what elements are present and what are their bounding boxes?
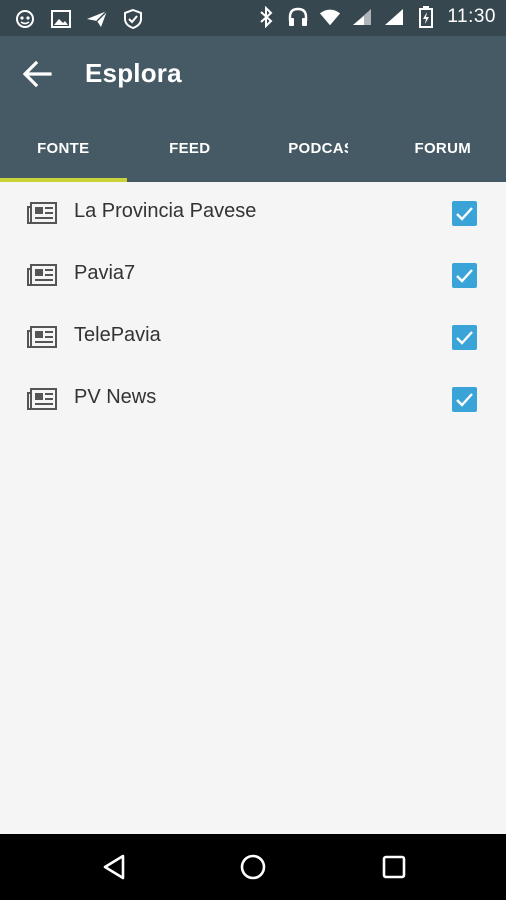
tab-label: FONTE: [37, 139, 90, 157]
source-label: PV News: [74, 386, 157, 408]
source-label: TelePavia: [74, 324, 161, 346]
status-time: 11:30: [447, 6, 496, 27]
newspaper-icon: [27, 263, 57, 287]
battery-icon: [415, 6, 437, 28]
signal-icon: [351, 6, 373, 28]
source-checkbox[interactable]: [452, 387, 477, 412]
newspaper-icon: [27, 325, 57, 349]
image-icon: [50, 8, 72, 30]
app-bar: Esplora: [0, 36, 506, 114]
list-item[interactable]: TelePavia: [0, 306, 506, 368]
tab-podcast[interactable]: PODCAST: [253, 114, 380, 182]
arrow-left-icon[interactable]: [22, 60, 56, 90]
signal-icon: [383, 6, 405, 28]
source-checkbox[interactable]: [452, 201, 477, 226]
back-triangle-icon[interactable]: [99, 852, 129, 882]
tab-label: PODCAST: [288, 139, 348, 157]
source-list: La Provincia Pavese Pavia7 TelePavia PV …: [0, 182, 506, 430]
navigation-bar: [0, 834, 506, 900]
newspaper-icon: [27, 201, 57, 225]
bluetooth-icon: [255, 6, 277, 28]
home-circle-icon[interactable]: [238, 852, 268, 882]
source-checkbox[interactable]: [452, 325, 477, 350]
headset-icon: [287, 6, 309, 28]
list-item[interactable]: PV News: [0, 368, 506, 430]
list-item[interactable]: La Provincia Pavese: [0, 182, 506, 244]
newspaper-icon: [27, 387, 57, 411]
source-label: La Provincia Pavese: [74, 200, 257, 222]
tab-fonte[interactable]: FONTE: [0, 114, 127, 182]
source-label: Pavia7: [74, 262, 136, 284]
source-checkbox[interactable]: [452, 263, 477, 288]
tab-feed[interactable]: FEED: [127, 114, 254, 182]
recents-square-icon[interactable]: [379, 852, 409, 882]
tab-label: FORUM: [414, 139, 471, 157]
tab-label: FEED: [169, 139, 211, 157]
wifi-icon: [319, 6, 341, 28]
ghost-icon: [14, 8, 36, 30]
tab-forum[interactable]: FORUM: [380, 114, 506, 182]
send-icon: [86, 8, 108, 30]
page-title: Esplora: [85, 58, 182, 88]
list-item[interactable]: Pavia7: [0, 244, 506, 306]
shield-icon: [122, 8, 144, 30]
status-bar: 11:30: [0, 0, 506, 36]
tab-bar: FONTE FEED PODCAST FORUM: [0, 114, 506, 182]
